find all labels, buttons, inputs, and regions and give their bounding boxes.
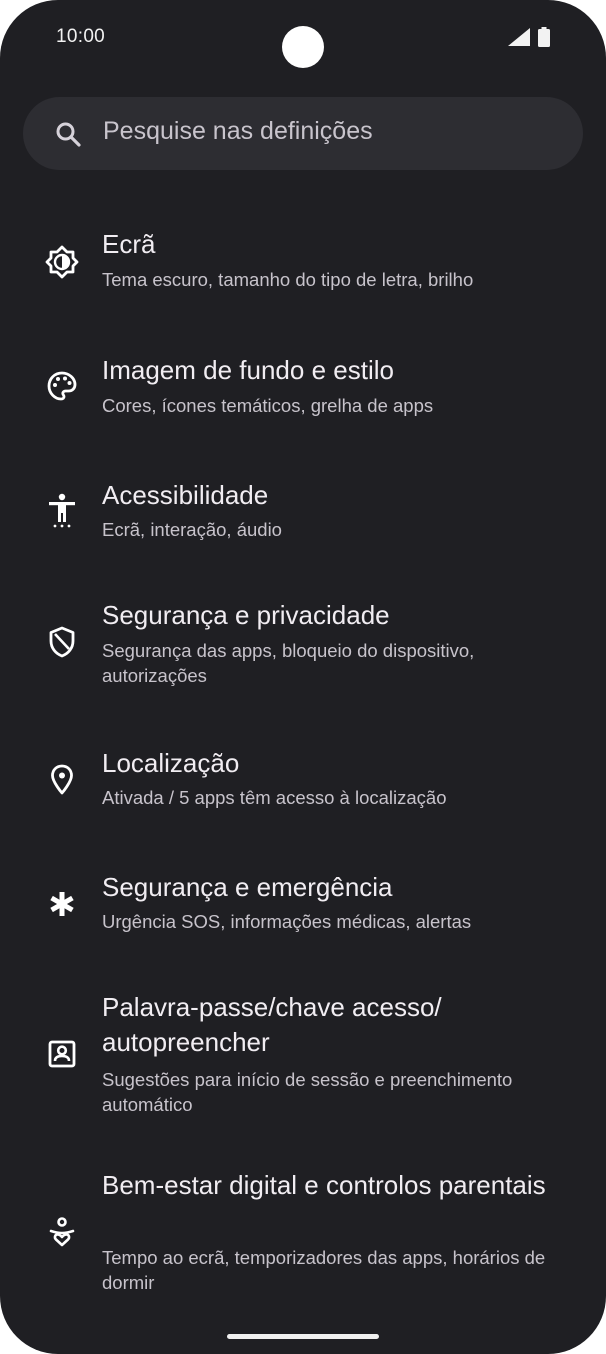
search-icon: [56, 122, 81, 147]
status-bar: 10:00: [0, 0, 606, 76]
item-title: Segurança e emergência: [102, 872, 393, 902]
search-bar[interactable]: Pesquise nas definições: [23, 97, 583, 170]
item-title: Localização: [102, 748, 240, 778]
item-subtitle: Urgência SOS, informações médicas, alert…: [102, 911, 472, 932]
item-subtitle: Cores, ícones temáticos, grelha de apps: [102, 395, 434, 416]
settings-item-security-privacy[interactable]: Segurança e privacidade Segurança das ap…: [0, 596, 606, 716]
display-icon: [45, 245, 79, 279]
item-title: Palavra-passe/chave acesso/ autopreenche…: [102, 992, 442, 1057]
item-title: Ecrã: [102, 229, 156, 259]
status-time: 10:00: [56, 26, 106, 47]
account-box-icon: [48, 1040, 76, 1068]
item-subtitle: Segurança das apps, bloqueio do disposit…: [102, 640, 475, 686]
signal-icon: [508, 28, 530, 46]
accessibility-icon: [49, 493, 75, 528]
battery-icon: [538, 27, 550, 47]
item-title: Bem-estar digital e controlos parentais: [102, 1170, 546, 1200]
settings-item-safety-emergency[interactable]: Segurança e emergência Urgência SOS, inf…: [0, 866, 606, 966]
shield-icon: [49, 626, 75, 658]
item-subtitle: Ativada / 5 apps têm acesso à localizaçã…: [102, 787, 447, 808]
item-subtitle: Ecrã, interação, áudio: [102, 519, 282, 540]
settings-item-wallpaper[interactable]: Imagem de fundo e estilo Cores, ícones t…: [0, 348, 606, 448]
item-title: Imagem de fundo e estilo: [102, 355, 394, 385]
item-subtitle: Sugestões para início de sessão e preenc…: [102, 1069, 513, 1115]
settings-item-accessibility[interactable]: Acessibilidade Ecrã, interação, áudio: [0, 474, 606, 574]
item-subtitle: Tema escuro, tamanho do tipo de letra, b…: [102, 269, 474, 290]
settings-item-digital-wellbeing[interactable]: Bem-estar digital e controlos parentais …: [0, 1166, 606, 1306]
palette-icon: [47, 371, 77, 401]
camera-cutout: [282, 26, 324, 68]
item-title: Acessibilidade: [102, 480, 269, 510]
settings-item-passwords[interactable]: Palavra-passe/chave acesso/ autopreenche…: [0, 988, 606, 1128]
item-title: Segurança e privacidade: [102, 600, 390, 630]
search-placeholder: Pesquise nas definições: [103, 117, 373, 145]
wellbeing-icon: [49, 1217, 75, 1247]
phone-screen: 10:00 Pesquise nas definições Ecrã Tema …: [0, 0, 606, 1354]
asterisk-icon: [50, 892, 74, 916]
gesture-nav-handle[interactable]: [227, 1334, 379, 1339]
item-subtitle: Tempo ao ecrã, temporizadores das apps, …: [102, 1247, 546, 1293]
settings-item-display[interactable]: Ecrã Tema escuro, tamanho do tipo de let…: [0, 222, 606, 322]
settings-item-location[interactable]: Localização Ativada / 5 apps têm acesso …: [0, 742, 606, 842]
location-pin-icon: [51, 764, 73, 795]
